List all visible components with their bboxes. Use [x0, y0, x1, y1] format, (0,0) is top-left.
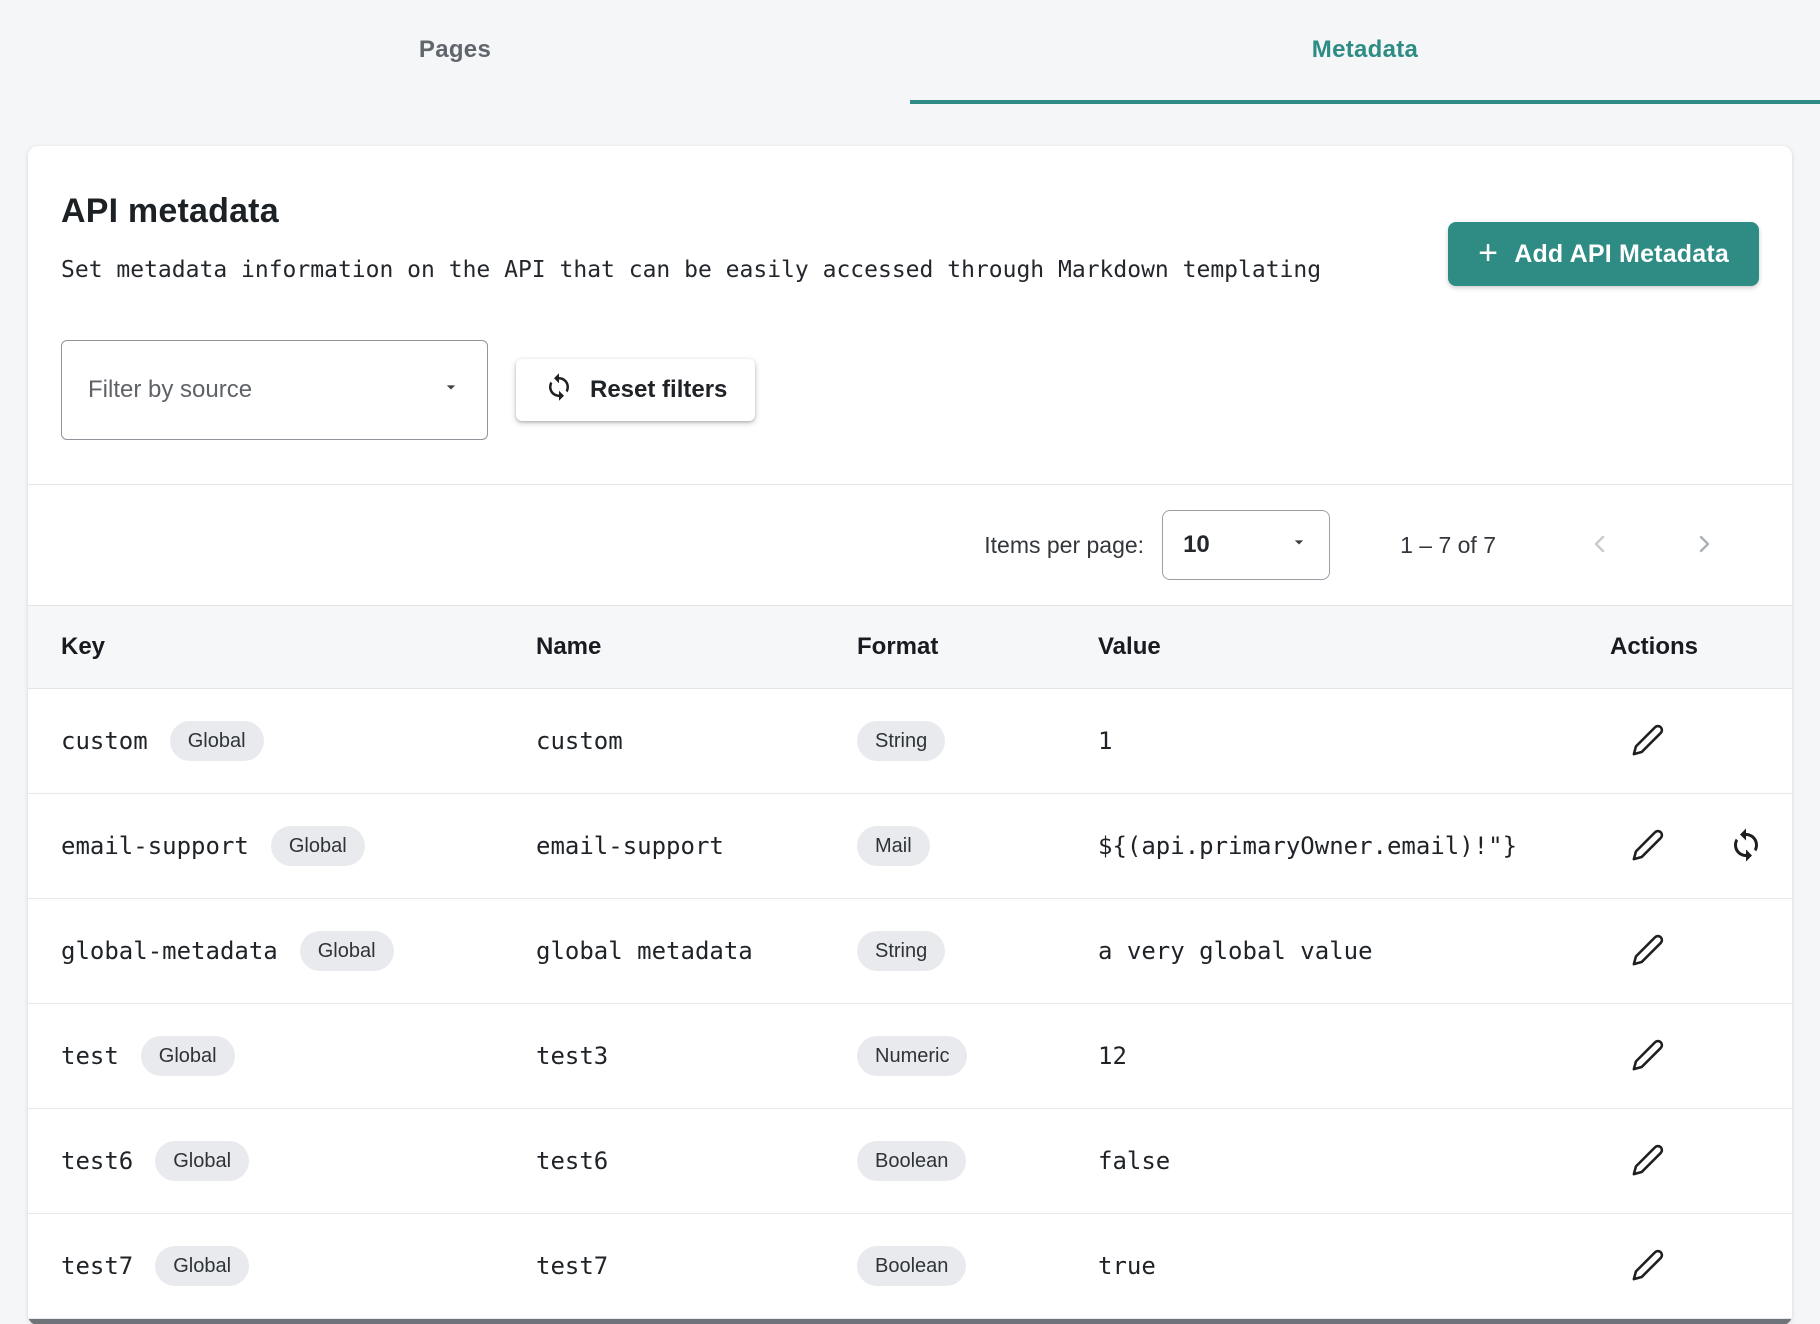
pencil-icon — [1631, 828, 1665, 865]
global-badge: Global — [300, 931, 394, 971]
metadata-value: 1 — [1098, 727, 1610, 755]
previous-page-button[interactable] — [1576, 521, 1624, 569]
format-badge: Numeric — [857, 1036, 967, 1076]
metadata-name: global metadata — [536, 937, 857, 965]
metadata-key: test7 — [61, 1252, 133, 1280]
metadata-key: test — [61, 1042, 119, 1070]
metadata-value: true — [1098, 1252, 1610, 1280]
metadata-name: custom — [536, 727, 857, 755]
api-metadata-card: API metadata Set metadata information on… — [28, 146, 1792, 1324]
column-header-value: Value — [1098, 633, 1610, 661]
card-header: API metadata Set metadata information on… — [28, 146, 1792, 286]
chevron-left-icon — [1588, 532, 1612, 559]
metadata-key: global-metadata — [61, 937, 278, 965]
edit-button[interactable] — [1626, 929, 1670, 973]
reset-filters-button[interactable]: Reset filters — [516, 359, 755, 421]
pencil-icon — [1631, 1248, 1665, 1285]
metadata-key: custom — [61, 727, 148, 755]
column-header-format: Format — [857, 633, 1098, 661]
refresh-value-button[interactable] — [1724, 824, 1768, 868]
global-badge: Global — [271, 826, 365, 866]
filter-by-source-label: Filter by source — [88, 376, 252, 404]
pencil-icon — [1631, 1143, 1665, 1180]
global-badge: Global — [155, 1246, 249, 1286]
table-row: global-metadata Global global metadata S… — [28, 899, 1792, 1004]
add-api-metadata-button[interactable]: + Add API Metadata — [1448, 222, 1759, 286]
metadata-value: false — [1098, 1147, 1610, 1175]
page-title: API metadata — [61, 192, 1321, 231]
metadata-value: a very global value — [1098, 937, 1610, 965]
table-row: custom Global custom String 1 — [28, 689, 1792, 794]
metadata-name: test6 — [536, 1147, 857, 1175]
table-body: custom Global custom String 1 email-supp… — [28, 689, 1792, 1319]
pencil-icon — [1631, 933, 1665, 970]
global-badge: Global — [141, 1036, 235, 1076]
next-page-button[interactable] — [1680, 521, 1728, 569]
format-badge: String — [857, 931, 945, 971]
table-bottom-divider — [28, 1319, 1792, 1324]
metadata-value: ${(api.primaryOwner.email)!"} — [1098, 832, 1610, 860]
table-row: test6 Global test6 Boolean false — [28, 1109, 1792, 1214]
pagination-range: 1 – 7 of 7 — [1400, 532, 1496, 559]
refresh-icon — [1728, 827, 1764, 866]
page-description: Set metadata information on the API that… — [61, 257, 1321, 283]
metadata-name: test3 — [536, 1042, 857, 1070]
items-per-page-label: Items per page: — [984, 532, 1144, 559]
format-badge: Mail — [857, 826, 930, 866]
reset-filters-label: Reset filters — [590, 376, 727, 404]
filter-by-source-select[interactable]: Filter by source — [61, 340, 488, 440]
chevron-right-icon — [1692, 532, 1716, 559]
table-header: Key Name Format Value Actions — [28, 605, 1792, 689]
tab-metadata[interactable]: Metadata — [910, 0, 1820, 104]
format-badge: String — [857, 721, 945, 761]
metadata-value: 12 — [1098, 1042, 1610, 1070]
chevron-down-icon — [441, 376, 461, 404]
pencil-icon — [1631, 1038, 1665, 1075]
global-badge: Global — [170, 721, 264, 761]
plus-icon: + — [1478, 236, 1498, 270]
edit-button[interactable] — [1626, 1139, 1670, 1183]
edit-button[interactable] — [1626, 1034, 1670, 1078]
metadata-key: test6 — [61, 1147, 133, 1175]
card-header-text: API metadata Set metadata information on… — [61, 192, 1321, 283]
pencil-icon — [1631, 723, 1665, 760]
refresh-icon — [544, 372, 574, 409]
metadata-name: test7 — [536, 1252, 857, 1280]
edit-button[interactable] — [1626, 1244, 1670, 1288]
format-badge: Boolean — [857, 1246, 966, 1286]
pagination-bar: Items per page: 10 1 – 7 of 7 — [28, 484, 1792, 605]
table-row: email-support Global email-support Mail … — [28, 794, 1792, 899]
edit-button[interactable] — [1626, 719, 1670, 763]
column-header-key: Key — [61, 633, 536, 661]
metadata-key: email-support — [61, 832, 249, 860]
table-row: test7 Global test7 Boolean true — [28, 1214, 1792, 1319]
add-api-metadata-label: Add API Metadata — [1514, 240, 1729, 269]
tab-pages[interactable]: Pages — [0, 0, 910, 104]
column-header-name: Name — [536, 633, 857, 661]
format-badge: Boolean — [857, 1141, 966, 1181]
filter-bar: Filter by source Reset filters — [28, 286, 1792, 484]
items-per-page-value: 10 — [1183, 531, 1210, 559]
column-header-actions: Actions — [1610, 633, 1792, 661]
items-per-page-select[interactable]: 10 — [1162, 510, 1330, 580]
tab-bar: Pages Metadata — [0, 0, 1820, 104]
global-badge: Global — [155, 1141, 249, 1181]
metadata-name: email-support — [536, 832, 857, 860]
table-row: test Global test3 Numeric 12 — [28, 1004, 1792, 1109]
edit-button[interactable] — [1626, 824, 1670, 868]
chevron-down-icon — [1289, 531, 1309, 559]
